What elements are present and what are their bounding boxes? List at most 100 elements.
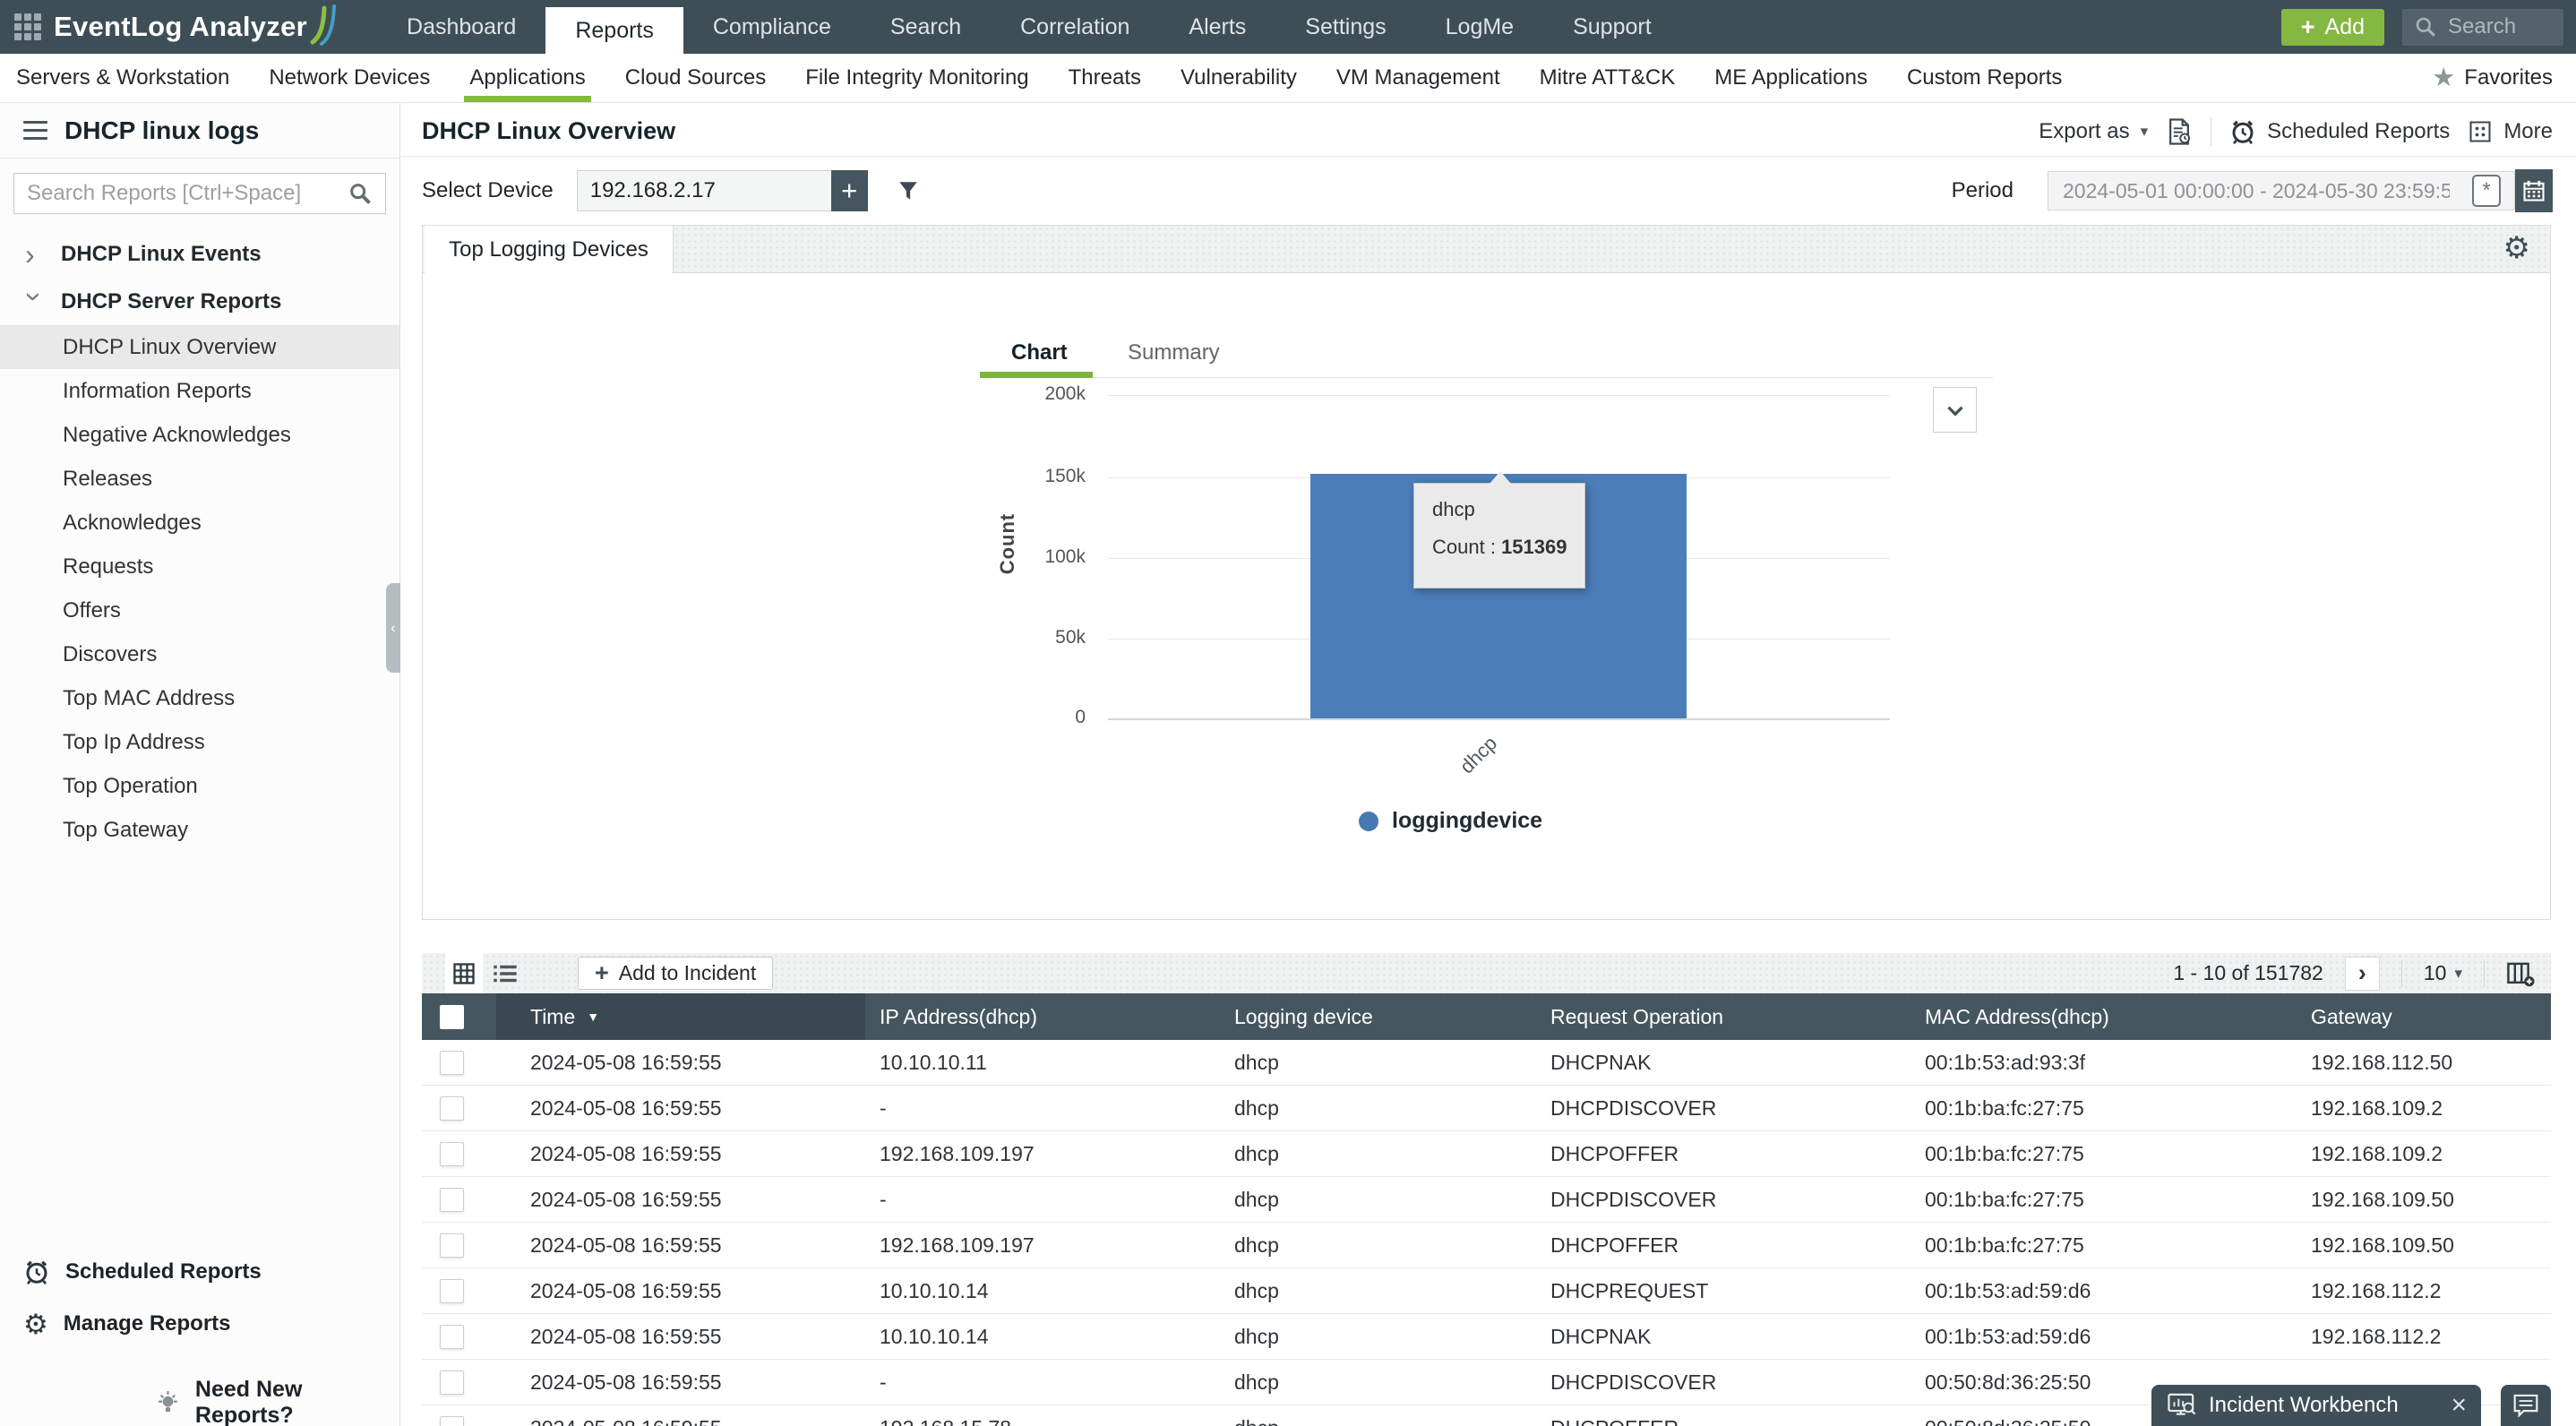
ytick-100k: 100k [978,546,1086,568]
summary-tab[interactable]: Summary [1128,340,1220,365]
column-header-time[interactable]: Time ▼ [496,993,865,1040]
row-checkbox[interactable] [440,1233,464,1258]
tree-item-dhcp-linux-overview[interactable]: DHCP Linux Overview [0,325,399,369]
report-search-box[interactable] [13,173,386,214]
tree-group-dhcp-linux-events[interactable]: › DHCP Linux Events [0,230,399,278]
favorites-button[interactable]: ★ Favorites [2432,54,2553,102]
need-new-reports-link[interactable]: Need New Reports? [154,1377,399,1426]
subnav-network-devices[interactable]: Network Devices [249,54,450,102]
table-row[interactable]: 2024-05-08 16:59:55 - dhcp DHCPDISCOVER … [422,1177,2551,1223]
grid-view-button[interactable] [445,953,483,993]
subnav-file-integrity-monitoring[interactable]: File Integrity Monitoring [786,54,1048,102]
add-button[interactable]: + Add [2281,9,2384,46]
top-nav-search[interactable]: Search [861,0,991,54]
subnav-me-applications[interactable]: ME Applications [1695,54,1887,102]
report-search-input[interactable] [27,181,348,206]
top-nav-reports[interactable]: Reports [545,7,683,54]
tree-item-top-gateway[interactable]: Top Gateway [0,808,399,852]
top-nav-logme[interactable]: LogMe [1416,0,1543,54]
subnav-applications[interactable]: Applications [450,54,605,102]
column-header-logging-device[interactable]: Logging device [1220,1005,1536,1029]
tree-item-acknowledges[interactable]: Acknowledges [0,501,399,545]
sidebar-manage-reports[interactable]: ⚙ Manage Reports [0,1302,231,1345]
column-header-gateway[interactable]: Gateway [2297,1005,2551,1029]
tree-item-top-ip-address[interactable]: Top Ip Address [0,720,399,764]
subnav-cloud-sources[interactable]: Cloud Sources [605,54,786,102]
subnav-servers-workstation[interactable]: Servers & Workstation [0,54,249,102]
incident-workbench-bar[interactable]: Incident Workbench × [2151,1385,2481,1426]
table-row[interactable]: 2024-05-08 16:59:55 10.10.10.14 dhcp DHC… [422,1268,2551,1314]
row-checkbox[interactable] [440,1096,464,1121]
app-logo[interactable]: EventLog Analyzer [54,0,339,54]
calendar-button[interactable] [2515,169,2553,212]
period-input[interactable] [2048,171,2515,210]
sidebar-scheduled-reports[interactable]: Scheduled Reports [0,1250,262,1293]
chart-legend[interactable]: loggingdevice [1359,808,1542,834]
tree-item-requests[interactable]: Requests [0,545,399,588]
chart-tab[interactable]: Chart [1011,340,1068,365]
row-checkbox[interactable] [440,1279,464,1303]
page-size-select[interactable]: 10 ▾ [2424,961,2462,985]
column-header-mac[interactable]: MAC Address(dhcp) [1911,1005,2297,1029]
add-to-incident-button[interactable]: + Add to Incident [578,957,773,990]
subnav-mitre-attck[interactable]: Mitre ATT&CK [1520,54,1696,102]
tree-item-discovers[interactable]: Discovers [0,632,399,676]
hamburger-menu-icon[interactable] [23,121,47,140]
tree-item-information-reports[interactable]: Information Reports [0,369,399,413]
tree-item-top-mac-address[interactable]: Top MAC Address [0,676,399,720]
x-axis-line [1108,718,1890,720]
subnav-vm-management[interactable]: VM Management [1317,54,1520,102]
select-all-checkbox[interactable] [440,1005,464,1029]
global-search-box[interactable] [2402,9,2563,46]
row-checkbox[interactable] [440,1370,464,1395]
wildcard-date-icon[interactable]: * [2472,175,2501,207]
top-nav-alerts[interactable]: Alerts [1159,0,1275,54]
tree-item-releases[interactable]: Releases [0,457,399,501]
cell-ip: 192.168.109.197 [865,1142,1220,1166]
export-as-button[interactable]: Export as ▾ [2039,119,2148,144]
panel-settings-button[interactable]: ⚙ [2503,233,2530,263]
table-row[interactable]: 2024-05-08 16:59:55 192.168.109.197 dhcp… [422,1223,2551,1268]
table-row[interactable]: 2024-05-08 16:59:55 - dhcp DHCPDISCOVER … [422,1086,2551,1131]
cell-request-operation: DHCPOFFER [1536,1142,1911,1166]
add-device-button[interactable]: + [831,170,868,211]
table-row[interactable]: 2024-05-08 16:59:55 10.10.10.11 dhcp DHC… [422,1040,2551,1086]
column-header-ip[interactable]: IP Address(dhcp) [865,1005,1220,1029]
tab-top-logging-devices[interactable]: Top Logging Devices [425,226,674,274]
subnav-custom-reports[interactable]: Custom Reports [1887,54,2082,102]
row-checkbox[interactable] [440,1188,464,1212]
chat-button[interactable] [2501,1385,2551,1426]
top-nav-correlation[interactable]: Correlation [991,0,1159,54]
scheduled-reports-button[interactable]: Scheduled Reports [2229,118,2450,145]
global-search-input[interactable] [2448,14,2546,39]
table-row[interactable]: 2024-05-08 16:59:55 10.10.10.14 dhcp DHC… [422,1314,2551,1360]
filter-button[interactable] [897,179,920,202]
list-view-button[interactable] [483,953,528,993]
subnav-vulnerability[interactable]: Vulnerability [1161,54,1317,102]
tree-group-dhcp-server-reports[interactable]: › DHCP Server Reports [0,278,399,325]
next-page-button[interactable]: › [2345,957,2380,991]
subnav-threats[interactable]: Threats [1049,54,1161,102]
row-checkbox[interactable] [440,1142,464,1166]
device-input[interactable] [577,170,831,211]
tree-item-top-operation[interactable]: Top Operation [0,764,399,808]
top-nav-dashboard[interactable]: Dashboard [377,0,545,54]
close-icon[interactable]: × [2451,1392,2467,1419]
sidebar-collapse-handle[interactable]: ‹ [386,583,400,673]
chart-export-dropdown[interactable] [1933,387,1977,433]
row-checkbox[interactable] [440,1416,464,1426]
column-header-request-operation[interactable]: Request Operation [1536,1005,1911,1029]
table-row[interactable]: 2024-05-08 16:59:55 192.168.109.197 dhcp… [422,1131,2551,1177]
cell-request-operation: DHCPNAK [1536,1325,1911,1349]
column-chooser-icon[interactable] [2506,960,2535,987]
more-button[interactable]: More [2468,119,2553,144]
row-checkbox[interactable] [440,1325,464,1349]
app-grid-icon[interactable] [14,13,41,40]
export-document-icon[interactable] [2166,117,2193,146]
row-checkbox[interactable] [440,1051,464,1075]
top-nav-support[interactable]: Support [1543,0,1681,54]
top-nav-settings[interactable]: Settings [1275,0,1415,54]
tree-item-negative-acknowledges[interactable]: Negative Acknowledges [0,413,399,457]
tree-item-offers[interactable]: Offers [0,588,399,632]
top-nav-compliance[interactable]: Compliance [683,0,861,54]
